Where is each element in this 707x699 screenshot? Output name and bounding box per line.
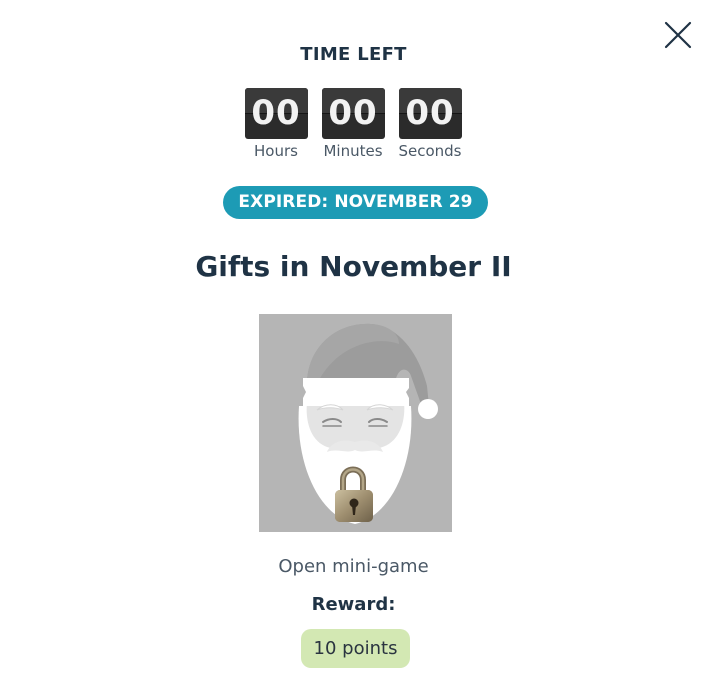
event-title: Gifts in November II bbox=[195, 250, 512, 283]
countdown-timer: 00 Hours 00 Minutes 00 Seconds bbox=[244, 88, 465, 168]
time-left-heading: TIME LEFT bbox=[300, 44, 407, 65]
timer-hours-value: 00 bbox=[251, 93, 301, 133]
reward-label: Reward: bbox=[311, 594, 396, 615]
timer-seconds-value: 00 bbox=[405, 93, 455, 133]
timer-seconds-label: Seconds bbox=[398, 142, 462, 160]
timer-seconds-box: 00 bbox=[398, 88, 462, 139]
timer-hours-label: Hours bbox=[254, 142, 298, 160]
timer-hours: 00 Hours bbox=[241, 88, 311, 160]
timer-minutes-value: 00 bbox=[328, 93, 378, 133]
timer-minutes: 00 Minutes bbox=[318, 88, 388, 160]
timer-hours-box: 00 bbox=[244, 88, 308, 139]
expired-badge: EXPIRED: NOVEMBER 29 bbox=[223, 186, 488, 219]
open-mini-game-link[interactable]: Open mini-game bbox=[0, 556, 707, 577]
timer-minutes-box: 00 bbox=[321, 88, 385, 139]
reward-points-badge: 10 points bbox=[301, 629, 410, 668]
timer-seconds: 00 Seconds bbox=[395, 88, 465, 160]
mini-game-image[interactable] bbox=[259, 314, 452, 532]
timer-minutes-label: Minutes bbox=[323, 142, 383, 160]
santa-locked-icon bbox=[298, 323, 438, 524]
